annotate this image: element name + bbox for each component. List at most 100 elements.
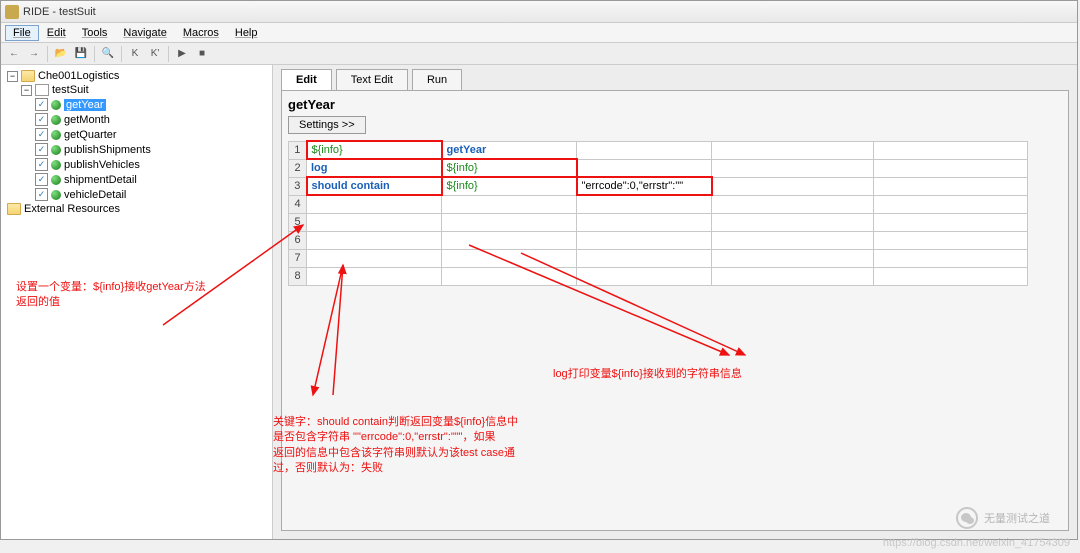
cell-keyword[interactable]: [307, 249, 442, 267]
checkbox[interactable]: ✓: [35, 188, 48, 201]
cell-arg4[interactable]: [874, 159, 1028, 177]
cell-arg2[interactable]: "errcode":0,"errstr":"": [577, 177, 712, 195]
cell-arg1[interactable]: ${info}: [442, 159, 577, 177]
checkbox[interactable]: ✓: [35, 158, 48, 171]
menu-navigate[interactable]: Navigate: [115, 25, 174, 41]
cell-arg2[interactable]: [577, 159, 712, 177]
separator: [121, 46, 122, 62]
tree-case[interactable]: ✓ publishVehicles: [5, 157, 268, 172]
cell-arg3[interactable]: [712, 249, 874, 267]
tree-case[interactable]: ✓ shipmentDetail: [5, 172, 268, 187]
keyword-grid[interactable]: 1 ${info} getYear 2 log ${info} 3 should…: [288, 140, 1028, 286]
checkbox[interactable]: ✓: [35, 128, 48, 141]
grid-row[interactable]: 7: [289, 249, 1028, 267]
cell-keyword[interactable]: [307, 195, 442, 213]
cell-arg2[interactable]: [577, 249, 712, 267]
main-panel: Edit Text Edit Run getYear Settings >> 1…: [273, 65, 1077, 539]
tree-external[interactable]: External Resources: [5, 202, 268, 216]
cell-arg1[interactable]: getYear: [442, 141, 577, 159]
menu-macros[interactable]: Macros: [175, 25, 227, 41]
grid-row[interactable]: 5: [289, 213, 1028, 231]
cell-keyword[interactable]: log: [307, 159, 442, 177]
tree-suite[interactable]: − testSuit: [5, 83, 268, 97]
grid-row[interactable]: 1 ${info} getYear: [289, 141, 1028, 159]
test-icon: [51, 100, 61, 110]
cell-arg1[interactable]: [442, 231, 577, 249]
cell-arg4[interactable]: [874, 195, 1028, 213]
cell-keyword[interactable]: ${info}: [307, 141, 442, 159]
checkbox[interactable]: ✓: [35, 98, 48, 111]
wechat-text: 无量测试之道: [984, 510, 1050, 526]
tree-label: getQuarter: [64, 129, 117, 141]
tab-edit[interactable]: Edit: [281, 69, 332, 90]
cell-arg3[interactable]: [712, 267, 874, 285]
app-window: RIDE - testSuit File Edit Tools Navigate…: [0, 0, 1078, 540]
run-icon[interactable]: ▶: [173, 45, 191, 63]
collapse-icon[interactable]: −: [7, 71, 18, 82]
cell-arg1[interactable]: ${info}: [442, 177, 577, 195]
cell-arg3[interactable]: [712, 141, 874, 159]
cell-arg1[interactable]: [442, 267, 577, 285]
cell-arg4[interactable]: [874, 249, 1028, 267]
save-icon[interactable]: 💾: [72, 45, 90, 63]
cell-keyword[interactable]: [307, 267, 442, 285]
cell-keyword[interactable]: should contain: [307, 177, 442, 195]
cell-arg2[interactable]: [577, 231, 712, 249]
cell-arg2[interactable]: [577, 141, 712, 159]
menu-help[interactable]: Help: [227, 25, 266, 41]
tree-case[interactable]: ✓ vehicleDetail: [5, 187, 268, 202]
tab-run[interactable]: Run: [412, 69, 462, 90]
stop-icon[interactable]: ■: [193, 45, 211, 63]
cell-arg3[interactable]: [712, 177, 874, 195]
tab-text-edit[interactable]: Text Edit: [336, 69, 408, 90]
cell-arg1[interactable]: [442, 249, 577, 267]
cell-keyword[interactable]: [307, 231, 442, 249]
search-icon[interactable]: 🔍: [99, 45, 117, 63]
cell-arg1[interactable]: [442, 195, 577, 213]
checkbox[interactable]: ✓: [35, 113, 48, 126]
window-title: RIDE - testSuit: [23, 6, 96, 18]
cell-arg4[interactable]: [874, 213, 1028, 231]
cell-arg3[interactable]: [712, 159, 874, 177]
row-number: 2: [289, 159, 307, 177]
cell-arg3[interactable]: [712, 231, 874, 249]
cell-arg2[interactable]: [577, 195, 712, 213]
settings-button[interactable]: Settings >>: [288, 116, 366, 134]
cell-arg1[interactable]: [442, 213, 577, 231]
menu-edit[interactable]: Edit: [39, 25, 74, 41]
cell-keyword[interactable]: [307, 213, 442, 231]
collapse-icon[interactable]: −: [21, 85, 32, 96]
grid-row[interactable]: 3 should contain ${info} "errcode":0,"er…: [289, 177, 1028, 195]
cell-arg4[interactable]: [874, 141, 1028, 159]
tool-k2[interactable]: K': [146, 45, 164, 63]
cell-arg3[interactable]: [712, 195, 874, 213]
cell-arg4[interactable]: [874, 177, 1028, 195]
menu-bar: File Edit Tools Navigate Macros Help: [1, 23, 1077, 43]
separator: [94, 46, 95, 62]
grid-row[interactable]: 2 log ${info}: [289, 159, 1028, 177]
menu-file[interactable]: File: [5, 25, 39, 41]
tree-case[interactable]: ✓ getMonth: [5, 112, 268, 127]
grid-row[interactable]: 6: [289, 231, 1028, 249]
tree-panel[interactable]: − Che001Logistics − testSuit ✓ getYear✓ …: [1, 65, 273, 539]
grid-row[interactable]: 8: [289, 267, 1028, 285]
checkbox[interactable]: ✓: [35, 173, 48, 186]
cell-arg2[interactable]: [577, 213, 712, 231]
cell-arg4[interactable]: [874, 231, 1028, 249]
tree-case[interactable]: ✓ publishShipments: [5, 142, 268, 157]
tool-k1[interactable]: K: [126, 45, 144, 63]
test-icon: [51, 175, 61, 185]
open-icon[interactable]: 📂: [52, 45, 70, 63]
cell-arg2[interactable]: [577, 267, 712, 285]
tree-case[interactable]: ✓ getQuarter: [5, 127, 268, 142]
tree-case[interactable]: ✓ getYear: [5, 97, 268, 112]
menu-tools[interactable]: Tools: [74, 25, 116, 41]
checkbox[interactable]: ✓: [35, 143, 48, 156]
tree-label: publishShipments: [64, 144, 151, 156]
forward-icon[interactable]: →: [25, 45, 43, 63]
cell-arg3[interactable]: [712, 213, 874, 231]
tree-project[interactable]: − Che001Logistics: [5, 69, 268, 83]
cell-arg4[interactable]: [874, 267, 1028, 285]
grid-row[interactable]: 4: [289, 195, 1028, 213]
back-icon[interactable]: ←: [5, 45, 23, 63]
